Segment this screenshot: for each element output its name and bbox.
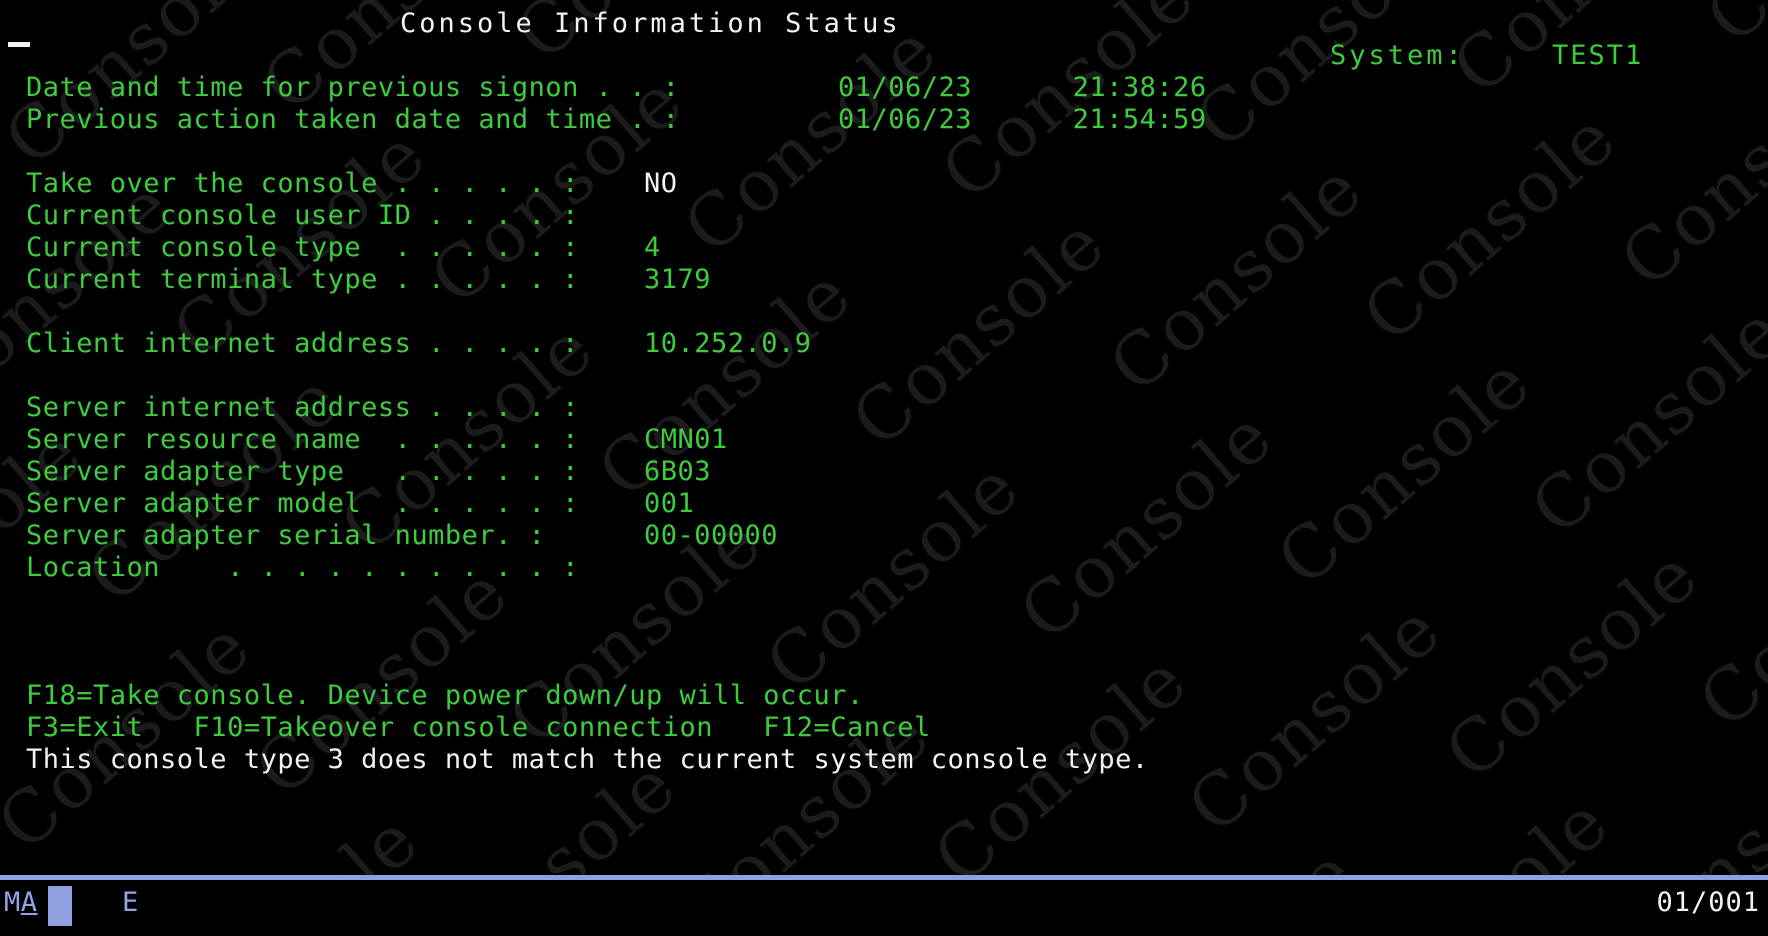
- field-label-server-adapter-serial: Server adapter serial number. :: [26, 520, 546, 551]
- field-value-server-adapter-serial: 00-00000: [644, 520, 779, 551]
- field-value-previous-signon: 01/06/23 21:38:26: [838, 72, 1207, 103]
- field-label-location: Location . . . . . . . . . . :: [26, 552, 579, 583]
- field-label-server-adapter-type: Server adapter type . . . . . :: [26, 456, 579, 487]
- field-value-server-resource-name: CMN01: [644, 424, 728, 455]
- field-label-terminal-type: Current terminal type . . . . . :: [26, 264, 579, 295]
- status-indicator-m: M: [4, 887, 21, 918]
- field-label-server-internet-address: Server internet address . . . . :: [26, 392, 579, 423]
- field-value-previous-action: 01/06/23 21:54:59: [838, 104, 1207, 135]
- field-label-server-resource-name: Server resource name . . . . . :: [26, 424, 579, 455]
- terminal-text-layer: Console Information Status System: TEST1…: [0, 0, 1768, 880]
- field-label-previous-action: Previous action taken date and time . :: [26, 104, 680, 135]
- field-value-server-adapter-model: 001: [644, 488, 695, 519]
- system-label: System:: [1330, 40, 1465, 71]
- function-key-line-f3-f10-f12[interactable]: F3=Exit F10=Takeover console connection …: [26, 712, 931, 744]
- field-value-take-over-console[interactable]: NO: [644, 168, 678, 200]
- function-key-line-f18[interactable]: F18=Take console. Device power down/up w…: [26, 680, 864, 712]
- status-indicator-a: A: [20, 887, 38, 918]
- field-value-client-internet-address: 10.252.0.9: [644, 328, 812, 359]
- field-value-console-type: 4: [644, 232, 661, 263]
- cursor-position-indicator: 01/001: [1656, 887, 1760, 918]
- field-value-terminal-type: 3179: [644, 264, 712, 295]
- field-label-server-adapter-model: Server adapter model . . . . . :: [26, 488, 579, 519]
- field-value-server-adapter-type: 6B03: [644, 456, 712, 487]
- system-name: TEST1: [1552, 40, 1644, 71]
- page-title: Console Information Status: [400, 8, 901, 39]
- terminal-cursor-indicator: [8, 42, 30, 47]
- field-label-client-internet-address: Client internet address . . . . :: [26, 328, 579, 359]
- status-indicator-ma: MA: [4, 886, 38, 920]
- field-label-console-type: Current console type . . . . . :: [26, 232, 579, 263]
- field-label-take-over-console: Take over the console . . . . . :: [26, 168, 579, 199]
- status-cursor-block: [48, 886, 72, 926]
- field-label-previous-signon: Date and time for previous signon . . :: [26, 72, 680, 103]
- operator-information-area: MA E 01/001: [0, 875, 1768, 936]
- field-label-console-user-id: Current console user ID . . . . :: [26, 200, 579, 231]
- status-indicator-input-inhibited: E: [122, 887, 139, 918]
- status-message: This console type 3 does not match the c…: [26, 744, 1149, 775]
- console-screen: Console Console ConsoleConsole ConsoleConso…: [0, 0, 1768, 936]
